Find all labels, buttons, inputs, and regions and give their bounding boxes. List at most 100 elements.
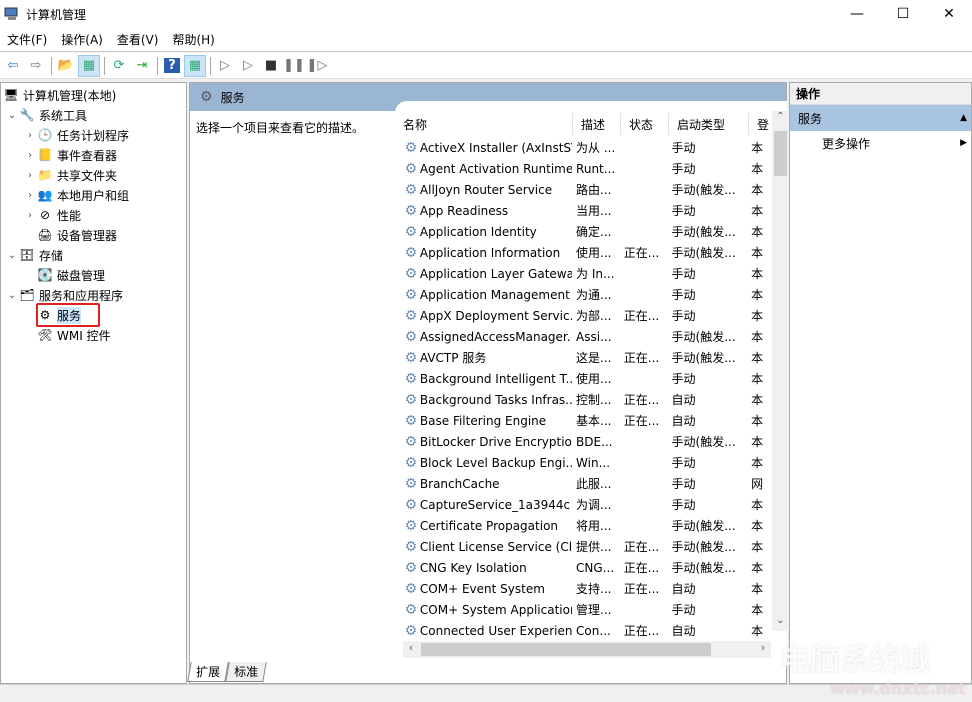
- pause-service-button[interactable]: ❚❚: [283, 55, 305, 77]
- service-row[interactable]: ⚙ Connected User Experien... Con... 正在... 自动…: [395, 620, 773, 641]
- show-hide-tree-button[interactable]: ▦: [78, 54, 100, 77]
- menu-view[interactable]: 查看(V): [110, 31, 166, 48]
- stop-service-button[interactable]: ■: [260, 55, 282, 77]
- services-pane-title: 服务: [220, 90, 245, 105]
- up-folder-button[interactable]: 📂: [55, 55, 77, 77]
- tree-item-storage[interactable]: ⌄ 🗄 存储: [5, 245, 63, 265]
- service-row[interactable]: ⚙ BitLocker Drive Encryptio... BDE... 手动(触发…: [395, 431, 773, 452]
- tree-item-tools[interactable]: ⌄ 🔧 系统工具: [5, 105, 87, 125]
- tree-item-shared-folder[interactable]: › 📁 共享文件夹: [23, 165, 117, 185]
- service-row[interactable]: ⚙ AllJoyn Router Service 路由... 手动(触发... 本: [395, 179, 773, 200]
- menu-action[interactable]: 操作(A): [54, 31, 110, 48]
- column-startup-type[interactable]: 启动类型: [669, 113, 749, 135]
- tree-item-clock[interactable]: › 🕒 任务计划程序: [23, 125, 129, 145]
- maximize-button[interactable]: ☐: [880, 0, 926, 28]
- service-row[interactable]: ⚙ Block Level Backup Engi... Win... 手动 本: [395, 452, 773, 473]
- service-row[interactable]: ⚙ CNG Key Isolation CNG... 正在... 手动(触发... 本: [395, 557, 773, 578]
- column-startup-type-label: 启动类型: [677, 117, 726, 132]
- list-header: 名称 ^ 描述 状态 启动类型 登: [395, 111, 775, 137]
- toolbar-separator: [104, 56, 105, 75]
- tab-extended[interactable]: 扩展: [187, 662, 229, 682]
- expand-chevron-icon[interactable]: ›: [23, 210, 37, 221]
- service-row[interactable]: ⚙ Client License Service (Cli... 提供... 正在..…: [395, 536, 773, 557]
- menu-file[interactable]: 文件(F): [0, 31, 54, 48]
- action-more-actions[interactable]: 更多操作 ▶: [790, 131, 971, 155]
- service-row[interactable]: ⚙ Agent Activation Runtime... Runt... 手动 本: [395, 158, 773, 179]
- tree-item-disk[interactable]: 💽 磁盘管理: [23, 265, 106, 285]
- help-button[interactable]: ?: [161, 55, 183, 77]
- service-gear-icon: ⚙: [404, 454, 418, 471]
- service-row[interactable]: ⚙ Background Intelligent T... 使用... 手动 本: [395, 368, 773, 389]
- minimize-button[interactable]: —: [834, 0, 880, 28]
- service-row[interactable]: ⚙ COM+ Event System 支持... 正在... 自动 本: [395, 578, 773, 599]
- start-service-button[interactable]: ▷: [214, 55, 236, 77]
- service-row[interactable]: ⚙ COM+ System Application 管理... 手动 本: [395, 599, 773, 620]
- refresh-button[interactable]: ⟳: [108, 55, 130, 77]
- resume-service-button[interactable]: ❚▷: [306, 55, 328, 77]
- vertical-scroll-thumb[interactable]: [774, 131, 787, 176]
- service-row[interactable]: ⚙ Base Filtering Engine 基本... 正在... 自动 本: [395, 410, 773, 431]
- scroll-right-icon[interactable]: ›: [755, 641, 771, 658]
- export-list-button[interactable]: ⇥: [131, 55, 153, 77]
- service-logon-as: 本: [751, 183, 764, 197]
- column-description[interactable]: 描述: [573, 113, 621, 135]
- expand-chevron-icon[interactable]: ›: [23, 190, 37, 201]
- back-button[interactable]: ⇦: [2, 55, 24, 77]
- vertical-scrollbar[interactable]: ⌃ ⌄: [772, 111, 789, 631]
- tree-item-label: 共享文件夹: [57, 168, 118, 183]
- service-gear-icon: ⚙: [404, 328, 418, 345]
- service-row[interactable]: ⚙ App Readiness 当用... 手动 本: [395, 200, 773, 221]
- expand-chevron-icon[interactable]: ›: [23, 130, 37, 141]
- service-name: BranchCache: [419, 476, 500, 491]
- horizontal-scroll-thumb[interactable]: [421, 643, 711, 656]
- column-status[interactable]: 状态: [621, 113, 669, 135]
- show-action-pane-button[interactable]: ▦: [184, 54, 206, 77]
- service-description: 为调...: [576, 498, 612, 512]
- scroll-left-icon[interactable]: ‹: [403, 641, 419, 658]
- tree-item-users[interactable]: › 👥 本地用户和组: [23, 185, 129, 205]
- service-row[interactable]: ⚙ AssignedAccessManager... Assi... 手动(触发...…: [395, 326, 773, 347]
- service-row[interactable]: ⚙ Application Management 为通... 手动 本: [395, 284, 773, 305]
- service-name: COM+ System Application: [419, 602, 573, 617]
- service-row[interactable]: ⚙ Application Identity 确定... 手动(触发... 本: [395, 221, 773, 242]
- service-row[interactable]: ⚙ ActiveX Installer (AxInstSV) 为从 ... 手动 本: [395, 137, 773, 158]
- service-row[interactable]: ⚙ Background Tasks Infras... 控制... 正在... 自动 本: [395, 389, 773, 410]
- tree-item-services-apps[interactable]: ⌄ 🗂 服务和应用程序: [5, 285, 123, 305]
- actions-section-services[interactable]: 服务 ▲: [790, 105, 971, 131]
- tree-item-wmi[interactable]: 🛠 WMI 控件: [23, 325, 110, 345]
- forward-button[interactable]: ⇨: [25, 55, 47, 77]
- storage-icon: 🗄: [19, 248, 35, 262]
- service-row[interactable]: ⚙ CaptureService_1a3944c 为调... 手动 本: [395, 494, 773, 515]
- service-row[interactable]: ⚙ AppX Deployment Servic... 为部... 正在... 手动 本: [395, 305, 773, 326]
- service-row[interactable]: ⚙ BranchCache 此服... 手动 网: [395, 473, 773, 494]
- collapse-chevron-icon[interactable]: ⌄: [5, 290, 19, 301]
- tab-standard[interactable]: 标准: [225, 662, 267, 682]
- menu-help[interactable]: 帮助(H): [165, 31, 221, 48]
- collapse-chevron-icon[interactable]: ⌄: [5, 110, 19, 121]
- service-row[interactable]: ⚙ Application Information 使用... 正在... 手动(触发.…: [395, 242, 773, 263]
- tree-item-computer[interactable]: 🖥 计算机管理(本地): [3, 85, 116, 105]
- service-row[interactable]: ⚙ AVCTP 服务 这是... 正在... 手动(触发... 本: [395, 347, 773, 368]
- service-gear-icon: ⚙: [404, 244, 418, 261]
- expand-chevron-icon[interactable]: ›: [23, 170, 37, 181]
- tree-item-performance[interactable]: › ⊘ 性能: [23, 205, 81, 225]
- service-startup-type: 手动: [671, 309, 696, 323]
- minimize-icon: —: [850, 6, 864, 22]
- service-status: 正在...: [623, 309, 660, 323]
- horizontal-scrollbar[interactable]: ‹ ›: [403, 641, 771, 658]
- column-name[interactable]: 名称 ^: [395, 113, 573, 135]
- tree-item-device-manager[interactable]: 🖨 设备管理器: [23, 225, 117, 245]
- close-button[interactable]: ✕: [926, 0, 972, 28]
- collapse-up-icon[interactable]: ▲: [960, 113, 967, 123]
- service-row[interactable]: ⚙ Certificate Propagation 将用... 手动(触发... 本: [395, 515, 773, 536]
- tree-item-event-viewer[interactable]: › 📒 事件查看器: [23, 145, 117, 165]
- start-button[interactable]: ▷: [237, 55, 259, 77]
- scroll-down-icon[interactable]: ⌄: [772, 615, 789, 631]
- service-row[interactable]: ⚙ Application Layer Gatewa... 为 In... 手动 本: [395, 263, 773, 284]
- collapse-chevron-icon[interactable]: ⌄: [5, 250, 19, 261]
- tree-item-services-gear[interactable]: ⚙ 服务: [23, 305, 82, 325]
- expand-chevron-icon[interactable]: ›: [23, 150, 37, 161]
- scroll-up-icon[interactable]: ⌃: [772, 111, 789, 127]
- service-description: 提供...: [576, 540, 612, 554]
- column-description-label: 描述: [581, 117, 606, 132]
